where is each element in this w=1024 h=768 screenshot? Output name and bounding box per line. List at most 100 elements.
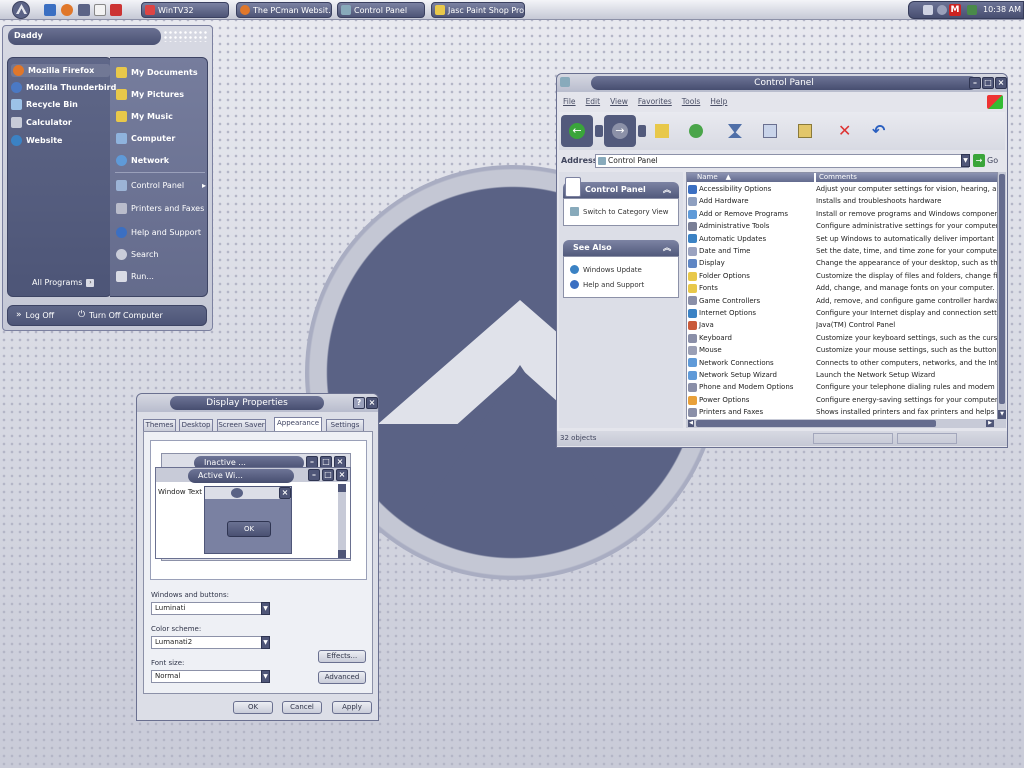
taskbar-button-browser[interactable]: The PCman Websit...	[236, 2, 332, 18]
back-button[interactable]: ←	[561, 115, 593, 147]
collapse-icon[interactable]: ︽	[663, 240, 671, 256]
refresh-icon[interactable]	[689, 124, 703, 138]
menu-view[interactable]: View	[610, 97, 628, 106]
menu-item-my-documents[interactable]: My Documents	[116, 67, 198, 78]
address-dropdown-icon[interactable]: ▼	[961, 154, 970, 167]
maximize-button[interactable]: □	[982, 77, 994, 89]
tab-appearance[interactable]: Appearance	[274, 417, 322, 431]
scroll-thumb[interactable]	[696, 420, 936, 427]
scroll-left-icon[interactable]: ◀	[688, 420, 694, 427]
menu-item-firefox[interactable]: Mozilla Firefox	[11, 64, 110, 77]
turn-off-button[interactable]: ⏻ Turn Off Computer	[78, 310, 163, 320]
column-header-comments[interactable]: Comments	[816, 173, 997, 182]
menu-edit[interactable]: Edit	[586, 97, 601, 106]
table-row[interactable]: Printers and Faxes Shows installed printe…	[687, 406, 997, 418]
up-folder-icon[interactable]	[655, 124, 669, 138]
forward-dropdown-icon[interactable]	[638, 125, 646, 137]
address-input[interactable]: Control Panel	[595, 154, 969, 168]
see-also-header[interactable]: See Also ︽	[563, 240, 679, 256]
side-panel-header[interactable]: Control Panel ︽	[563, 177, 679, 198]
table-row[interactable]: Mouse Customize your mouse settings, such…	[687, 344, 997, 356]
table-row[interactable]: Fonts Add, change, and manage fonts on yo…	[687, 282, 997, 294]
copy-icon[interactable]	[763, 124, 777, 138]
table-row[interactable]: Accessibility Options Adjust your compute…	[687, 183, 997, 195]
back-dropdown-icon[interactable]	[595, 125, 603, 137]
table-row[interactable]: Administrative Tools Configure administra…	[687, 220, 997, 232]
menu-item-thunderbird[interactable]: Mozilla Thunderbird	[11, 82, 116, 93]
tab-themes[interactable]: Themes	[143, 419, 176, 431]
column-header-name[interactable]: Name ▲	[687, 173, 814, 182]
menu-tools[interactable]: Tools	[682, 97, 700, 106]
table-row[interactable]: Keyboard Customize your keyboard settings…	[687, 332, 997, 344]
forward-button[interactable]: →	[604, 115, 636, 147]
windows-buttons-select[interactable]: Luminati	[151, 602, 263, 615]
table-row[interactable]: Network Setup Wizard Launch the Network S…	[687, 369, 997, 381]
minimize-button[interactable]: –	[969, 77, 981, 89]
table-row[interactable]: Add or Remove Programs Install or remove …	[687, 208, 997, 220]
delete-icon[interactable]: ✕	[838, 123, 852, 139]
settings-icon[interactable]	[78, 4, 90, 16]
menu-item-computer[interactable]: Computer	[116, 133, 175, 144]
scroll-right-icon[interactable]: ▶	[986, 420, 994, 427]
table-row[interactable]: Automatic Updates Set up Windows to autom…	[687, 233, 997, 245]
mcafee-icon[interactable]: M	[949, 4, 961, 16]
go-arrow-icon[interactable]: →	[973, 154, 985, 167]
go-button[interactable]: Go	[987, 156, 998, 165]
title-bar[interactable]: Control Panel – □ ×	[557, 74, 1007, 92]
apply-button[interactable]: Apply	[332, 701, 372, 714]
tray-app-icon[interactable]	[967, 5, 977, 15]
tab-desktop[interactable]: Desktop	[179, 419, 213, 431]
app-icon[interactable]	[110, 4, 122, 16]
menu-item-recycle-bin[interactable]: Recycle Bin	[11, 99, 78, 110]
color-scheme-dropdown-icon[interactable]: ▼	[261, 636, 270, 649]
table-row[interactable]: Display Change the appearance of your des…	[687, 257, 997, 269]
table-row[interactable]: Java Java(TM) Control Panel	[687, 319, 997, 331]
scroll-down-icon[interactable]: ▼	[998, 410, 1006, 419]
menu-help[interactable]: Help	[710, 97, 727, 106]
taskbar-button-paintshop[interactable]: Jasc Paint Shop Pro	[431, 2, 525, 18]
menu-item-help[interactable]: Help and Support	[116, 227, 201, 238]
help-support-link[interactable]: Help and Support	[570, 280, 644, 289]
network-icon[interactable]	[923, 5, 933, 15]
menu-item-network[interactable]: Network	[116, 155, 169, 166]
table-row[interactable]: Network Connections Connects to other com…	[687, 357, 997, 369]
table-row[interactable]: Internet Options Configure your Internet …	[687, 307, 997, 319]
menu-item-my-pictures[interactable]: My Pictures	[116, 89, 184, 100]
table-row[interactable]: Phone and Modem Options Configure your te…	[687, 381, 997, 393]
cancel-button[interactable]: Cancel	[282, 701, 322, 714]
calculator-icon[interactable]	[94, 4, 106, 16]
menu-file[interactable]: File	[563, 97, 576, 106]
title-bar[interactable]: Display Properties ? ×	[137, 394, 378, 412]
collapse-icon[interactable]: ︽	[663, 182, 671, 198]
vertical-scrollbar[interactable]: ▼	[998, 172, 1006, 420]
color-scheme-select[interactable]: Lumanati2	[151, 636, 263, 649]
menu-item-website[interactable]: Website	[11, 135, 62, 146]
tab-settings[interactable]: Settings	[326, 419, 364, 431]
show-desktop-icon[interactable]	[44, 4, 56, 16]
all-programs-button[interactable]: All Programs ›	[32, 278, 95, 287]
tab-screen-saver[interactable]: Screen Saver	[217, 419, 266, 431]
taskbar-button-wintv[interactable]: WinTV32	[141, 2, 229, 18]
start-button[interactable]	[12, 1, 30, 19]
menu-item-my-music[interactable]: My Music	[116, 111, 173, 122]
menu-item-search[interactable]: Search	[116, 249, 158, 260]
log-off-button[interactable]: » Log Off	[16, 310, 54, 320]
effects-button[interactable]: Effects...	[318, 650, 366, 663]
menu-item-calculator[interactable]: Calculator	[11, 117, 72, 128]
close-button[interactable]: ×	[366, 397, 378, 409]
horizontal-scrollbar[interactable]: ◀ ▶	[686, 419, 1006, 428]
font-size-select[interactable]: Normal	[151, 670, 263, 683]
volume-icon[interactable]	[937, 5, 947, 15]
menu-item-printers[interactable]: Printers and Faxes	[116, 203, 204, 214]
taskbar-button-control-panel[interactable]: Control Panel	[337, 2, 425, 18]
switch-view-link[interactable]: Switch to Category View	[570, 207, 668, 216]
menu-item-run[interactable]: Run...	[116, 271, 154, 282]
font-size-dropdown-icon[interactable]: ▼	[261, 670, 270, 683]
clock[interactable]: 10:38 AM	[983, 5, 1021, 14]
ok-button[interactable]: OK	[233, 701, 273, 714]
table-row[interactable]: Date and Time Set the date, time, and tim…	[687, 245, 997, 257]
cut-icon[interactable]	[728, 124, 742, 138]
menu-item-control-panel[interactable]: Control Panel ▸	[116, 180, 206, 191]
advanced-button[interactable]: Advanced	[318, 671, 366, 684]
table-row[interactable]: Game Controllers Add, remove, and configu…	[687, 295, 997, 307]
